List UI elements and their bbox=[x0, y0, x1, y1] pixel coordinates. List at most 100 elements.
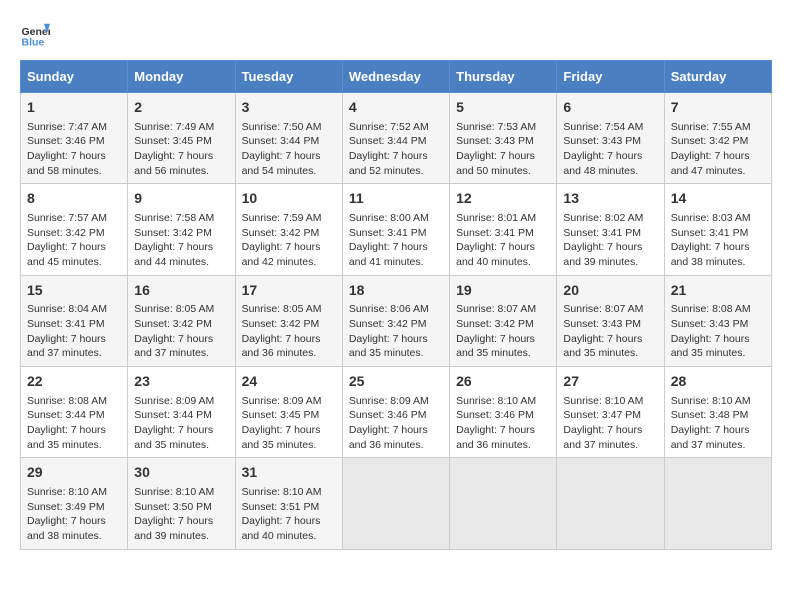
calendar-cell: 30Sunrise: 8:10 AM Sunset: 3:50 PM Dayli… bbox=[128, 458, 235, 549]
col-header-tuesday: Tuesday bbox=[235, 61, 342, 93]
day-info: Sunrise: 7:47 AM Sunset: 3:46 PM Dayligh… bbox=[27, 120, 121, 179]
day-number: 13 bbox=[563, 189, 657, 209]
day-info: Sunrise: 8:09 AM Sunset: 3:44 PM Dayligh… bbox=[134, 394, 228, 453]
calendar-cell: 17Sunrise: 8:05 AM Sunset: 3:42 PM Dayli… bbox=[235, 275, 342, 366]
day-number: 24 bbox=[242, 372, 336, 392]
calendar-cell: 6Sunrise: 7:54 AM Sunset: 3:43 PM Daylig… bbox=[557, 93, 664, 184]
calendar-cell bbox=[450, 458, 557, 549]
day-info: Sunrise: 8:05 AM Sunset: 3:42 PM Dayligh… bbox=[134, 302, 228, 361]
day-info: Sunrise: 8:05 AM Sunset: 3:42 PM Dayligh… bbox=[242, 302, 336, 361]
day-info: Sunrise: 7:58 AM Sunset: 3:42 PM Dayligh… bbox=[134, 211, 228, 270]
calendar-cell: 24Sunrise: 8:09 AM Sunset: 3:45 PM Dayli… bbox=[235, 367, 342, 458]
day-info: Sunrise: 8:10 AM Sunset: 3:49 PM Dayligh… bbox=[27, 485, 121, 544]
day-number: 19 bbox=[456, 281, 550, 301]
day-number: 30 bbox=[134, 463, 228, 483]
calendar-cell: 31Sunrise: 8:10 AM Sunset: 3:51 PM Dayli… bbox=[235, 458, 342, 549]
day-info: Sunrise: 8:03 AM Sunset: 3:41 PM Dayligh… bbox=[671, 211, 765, 270]
day-number: 6 bbox=[563, 98, 657, 118]
calendar-cell: 12Sunrise: 8:01 AM Sunset: 3:41 PM Dayli… bbox=[450, 184, 557, 275]
calendar-cell: 29Sunrise: 8:10 AM Sunset: 3:49 PM Dayli… bbox=[21, 458, 128, 549]
calendar-cell: 14Sunrise: 8:03 AM Sunset: 3:41 PM Dayli… bbox=[664, 184, 771, 275]
day-number: 4 bbox=[349, 98, 443, 118]
day-info: Sunrise: 8:08 AM Sunset: 3:43 PM Dayligh… bbox=[671, 302, 765, 361]
calendar-table: SundayMondayTuesdayWednesdayThursdayFrid… bbox=[20, 60, 772, 550]
day-number: 25 bbox=[349, 372, 443, 392]
day-number: 31 bbox=[242, 463, 336, 483]
day-number: 5 bbox=[456, 98, 550, 118]
calendar-cell: 18Sunrise: 8:06 AM Sunset: 3:42 PM Dayli… bbox=[342, 275, 449, 366]
calendar-cell: 3Sunrise: 7:50 AM Sunset: 3:44 PM Daylig… bbox=[235, 93, 342, 184]
day-info: Sunrise: 8:00 AM Sunset: 3:41 PM Dayligh… bbox=[349, 211, 443, 270]
day-info: Sunrise: 8:02 AM Sunset: 3:41 PM Dayligh… bbox=[563, 211, 657, 270]
calendar-cell: 16Sunrise: 8:05 AM Sunset: 3:42 PM Dayli… bbox=[128, 275, 235, 366]
calendar-cell: 27Sunrise: 8:10 AM Sunset: 3:47 PM Dayli… bbox=[557, 367, 664, 458]
day-info: Sunrise: 8:01 AM Sunset: 3:41 PM Dayligh… bbox=[456, 211, 550, 270]
logo-icon: General Blue bbox=[20, 20, 50, 50]
day-number: 11 bbox=[349, 189, 443, 209]
day-info: Sunrise: 8:09 AM Sunset: 3:46 PM Dayligh… bbox=[349, 394, 443, 453]
calendar-cell: 20Sunrise: 8:07 AM Sunset: 3:43 PM Dayli… bbox=[557, 275, 664, 366]
day-info: Sunrise: 8:04 AM Sunset: 3:41 PM Dayligh… bbox=[27, 302, 121, 361]
day-info: Sunrise: 7:55 AM Sunset: 3:42 PM Dayligh… bbox=[671, 120, 765, 179]
day-number: 7 bbox=[671, 98, 765, 118]
calendar-header-row: SundayMondayTuesdayWednesdayThursdayFrid… bbox=[21, 61, 772, 93]
calendar-cell: 25Sunrise: 8:09 AM Sunset: 3:46 PM Dayli… bbox=[342, 367, 449, 458]
week-row-2: 8Sunrise: 7:57 AM Sunset: 3:42 PM Daylig… bbox=[21, 184, 772, 275]
day-number: 10 bbox=[242, 189, 336, 209]
week-row-4: 22Sunrise: 8:08 AM Sunset: 3:44 PM Dayli… bbox=[21, 367, 772, 458]
day-number: 27 bbox=[563, 372, 657, 392]
day-number: 15 bbox=[27, 281, 121, 301]
calendar-cell: 8Sunrise: 7:57 AM Sunset: 3:42 PM Daylig… bbox=[21, 184, 128, 275]
day-info: Sunrise: 8:07 AM Sunset: 3:42 PM Dayligh… bbox=[456, 302, 550, 361]
calendar-cell: 9Sunrise: 7:58 AM Sunset: 3:42 PM Daylig… bbox=[128, 184, 235, 275]
day-number: 1 bbox=[27, 98, 121, 118]
day-number: 17 bbox=[242, 281, 336, 301]
calendar-cell: 7Sunrise: 7:55 AM Sunset: 3:42 PM Daylig… bbox=[664, 93, 771, 184]
day-info: Sunrise: 8:10 AM Sunset: 3:51 PM Dayligh… bbox=[242, 485, 336, 544]
day-info: Sunrise: 8:10 AM Sunset: 3:47 PM Dayligh… bbox=[563, 394, 657, 453]
day-number: 29 bbox=[27, 463, 121, 483]
day-info: Sunrise: 7:50 AM Sunset: 3:44 PM Dayligh… bbox=[242, 120, 336, 179]
calendar-cell: 21Sunrise: 8:08 AM Sunset: 3:43 PM Dayli… bbox=[664, 275, 771, 366]
day-info: Sunrise: 7:53 AM Sunset: 3:43 PM Dayligh… bbox=[456, 120, 550, 179]
day-number: 20 bbox=[563, 281, 657, 301]
calendar-cell bbox=[664, 458, 771, 549]
day-info: Sunrise: 8:08 AM Sunset: 3:44 PM Dayligh… bbox=[27, 394, 121, 453]
week-row-3: 15Sunrise: 8:04 AM Sunset: 3:41 PM Dayli… bbox=[21, 275, 772, 366]
day-number: 8 bbox=[27, 189, 121, 209]
day-info: Sunrise: 7:49 AM Sunset: 3:45 PM Dayligh… bbox=[134, 120, 228, 179]
day-info: Sunrise: 7:52 AM Sunset: 3:44 PM Dayligh… bbox=[349, 120, 443, 179]
day-info: Sunrise: 7:57 AM Sunset: 3:42 PM Dayligh… bbox=[27, 211, 121, 270]
calendar-cell: 4Sunrise: 7:52 AM Sunset: 3:44 PM Daylig… bbox=[342, 93, 449, 184]
day-number: 2 bbox=[134, 98, 228, 118]
day-info: Sunrise: 8:09 AM Sunset: 3:45 PM Dayligh… bbox=[242, 394, 336, 453]
day-info: Sunrise: 7:59 AM Sunset: 3:42 PM Dayligh… bbox=[242, 211, 336, 270]
week-row-1: 1Sunrise: 7:47 AM Sunset: 3:46 PM Daylig… bbox=[21, 93, 772, 184]
day-number: 21 bbox=[671, 281, 765, 301]
day-number: 16 bbox=[134, 281, 228, 301]
day-number: 26 bbox=[456, 372, 550, 392]
calendar-cell: 19Sunrise: 8:07 AM Sunset: 3:42 PM Dayli… bbox=[450, 275, 557, 366]
logo: General Blue bbox=[20, 20, 54, 50]
day-number: 9 bbox=[134, 189, 228, 209]
day-number: 28 bbox=[671, 372, 765, 392]
calendar-cell: 11Sunrise: 8:00 AM Sunset: 3:41 PM Dayli… bbox=[342, 184, 449, 275]
calendar-cell: 28Sunrise: 8:10 AM Sunset: 3:48 PM Dayli… bbox=[664, 367, 771, 458]
day-number: 22 bbox=[27, 372, 121, 392]
day-info: Sunrise: 8:07 AM Sunset: 3:43 PM Dayligh… bbox=[563, 302, 657, 361]
col-header-wednesday: Wednesday bbox=[342, 61, 449, 93]
day-number: 12 bbox=[456, 189, 550, 209]
calendar-cell bbox=[342, 458, 449, 549]
col-header-friday: Friday bbox=[557, 61, 664, 93]
calendar-cell: 5Sunrise: 7:53 AM Sunset: 3:43 PM Daylig… bbox=[450, 93, 557, 184]
day-info: Sunrise: 8:10 AM Sunset: 3:46 PM Dayligh… bbox=[456, 394, 550, 453]
calendar-cell: 15Sunrise: 8:04 AM Sunset: 3:41 PM Dayli… bbox=[21, 275, 128, 366]
calendar-cell: 26Sunrise: 8:10 AM Sunset: 3:46 PM Dayli… bbox=[450, 367, 557, 458]
col-header-sunday: Sunday bbox=[21, 61, 128, 93]
calendar-cell bbox=[557, 458, 664, 549]
day-number: 14 bbox=[671, 189, 765, 209]
calendar-cell: 23Sunrise: 8:09 AM Sunset: 3:44 PM Dayli… bbox=[128, 367, 235, 458]
day-info: Sunrise: 7:54 AM Sunset: 3:43 PM Dayligh… bbox=[563, 120, 657, 179]
svg-text:Blue: Blue bbox=[22, 37, 45, 49]
calendar-cell: 10Sunrise: 7:59 AM Sunset: 3:42 PM Dayli… bbox=[235, 184, 342, 275]
